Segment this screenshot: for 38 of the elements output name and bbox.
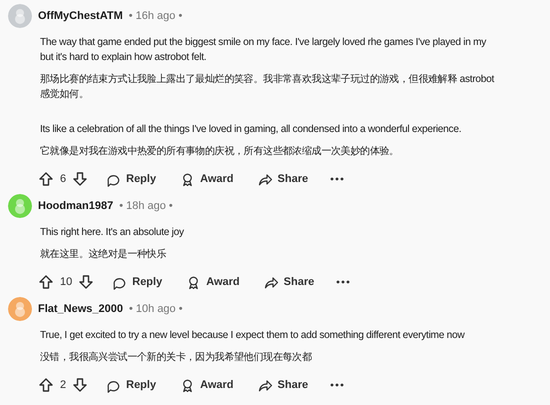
reply-button[interactable]: Reply [100,374,162,396]
comment-text: 那场比赛的结束方式让我脸上露出了最灿烂的笑容。我非常喜欢我这辈子玩过的游戏，但很难解释 astrobot 感觉如何。 [40,72,496,102]
upvote-icon[interactable] [38,274,54,290]
username[interactable]: OffMyChestATM [38,10,123,22]
comment-text: 没错，我很高兴尝试一个新的关卡，因为我希望他们现在每次都 [40,350,313,365]
arrow-icon [258,378,273,392]
upvote-icon[interactable] [38,171,54,187]
comment-text: Its like a celebration of all the things I've loved in gaming, all condensed into a wonderful experience. [40,123,462,137]
share-button[interactable]: Share [258,272,320,292]
comment-text: This right here. It's an absolute joy [40,226,185,240]
reply-button[interactable]: Reply [100,168,162,190]
downvote-icon[interactable] [72,377,88,393]
reply-button[interactable]: Reply [106,272,168,292]
share-button[interactable]: Share [252,374,314,396]
more-options-icon[interactable] [330,383,344,387]
vote-count: 6 [59,173,68,185]
vote-count: 2 [59,379,68,391]
award-button[interactable]: Award [180,272,246,292]
comment-text: The way that game ended put the biggest smile on my face. I've largely loved rhe games I've played in my but it's hard to explain how astrobot felt. [40,36,488,65]
upvote-icon[interactable] [38,377,54,393]
share-button[interactable]: Share [252,168,314,190]
arrow-icon [258,172,273,186]
comment-text: 它就像是对我在游戏中热爱的所有事物的庆祝，所有这些都浓缩成一次美妙的体验。 [40,144,400,159]
comment-text: True, I get excited to try a new level because I expect them to add something different everytime now [40,329,466,343]
downvote-icon[interactable] [78,274,94,290]
more-options-icon[interactable] [336,280,350,284]
award-button[interactable]: Award [174,168,240,190]
downvote-icon[interactable] [72,171,88,187]
arrow-icon [264,274,279,290]
vote-count: 10 [59,276,74,288]
username[interactable]: Flat_News_2000 [38,303,123,315]
timestamp: • 18h ago • [119,200,173,212]
more-options-icon[interactable] [330,177,344,181]
username[interactable]: Hoodman1987 [38,200,114,212]
timestamp: • 10h ago • [129,303,183,315]
timestamp: • 16h ago • [128,10,182,22]
comment-text: 就在这里。这绝对是一种快乐 [40,248,168,262]
award-button[interactable]: Award [174,374,240,396]
